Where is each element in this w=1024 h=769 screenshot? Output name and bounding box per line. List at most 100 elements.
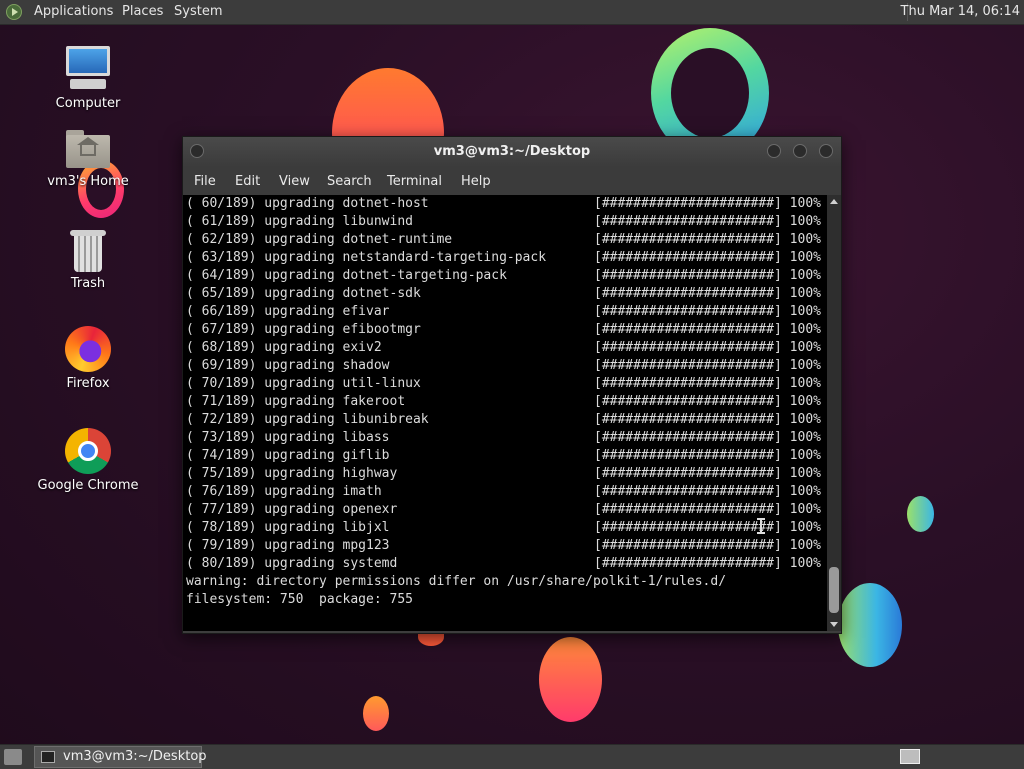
terminal-line-text: ( 72/189) upgrading libunibreak xyxy=(186,412,429,427)
scrollbar-thumb[interactable] xyxy=(829,567,839,613)
taskbar-button-label: vm3@vm3:~/Desktop xyxy=(63,749,207,764)
workspace-switcher[interactable] xyxy=(900,749,920,764)
terminal-line-text: ( 71/189) upgrading fakeroot xyxy=(186,394,406,409)
menu-view[interactable]: View xyxy=(279,174,310,189)
progress-bar-text: [######################] 100% xyxy=(594,214,821,229)
computer-icon xyxy=(64,46,112,92)
desktop-icon-computer[interactable]: Computer xyxy=(28,46,148,111)
desktop-icon-label: vm3's Home xyxy=(47,174,129,189)
progress-bar-text: [######################] 100% xyxy=(594,448,821,463)
desktop-icon-label: Computer xyxy=(55,96,121,111)
progress-bar-text: [######################] 100% xyxy=(594,322,821,337)
terminal-line-text: ( 80/189) upgrading systemd xyxy=(186,556,398,571)
firefox-icon xyxy=(65,326,111,372)
desktop-icon-label: Google Chrome xyxy=(37,478,139,493)
terminal-line-text: ( 66/189) upgrading efivar xyxy=(186,304,390,319)
terminal-line: ( 72/189) upgrading libunibreak [########… xyxy=(183,411,827,429)
terminal-line: ( 75/189) upgrading highway [############… xyxy=(183,465,827,483)
terminal-line: ( 61/189) upgrading libunwind [##########… xyxy=(183,213,827,231)
terminal-line: ( 60/189) upgrading dotnet-host [########… xyxy=(183,195,827,213)
terminal-line-text: ( 61/189) upgrading libunwind xyxy=(186,214,413,229)
terminal-line: ( 73/189) upgrading libass [#############… xyxy=(183,429,827,447)
desktop-icon-label: Firefox xyxy=(66,376,110,391)
wallpaper-small-blue-blob xyxy=(907,496,934,532)
terminal-line: ( 76/189) upgrading imath [##############… xyxy=(183,483,827,501)
progress-bar-text: [######################] 100% xyxy=(594,556,821,571)
desktop-icon-label: Trash xyxy=(70,276,106,291)
progress-bar-text: [######################] 100% xyxy=(594,286,821,301)
menu-terminal[interactable]: Terminal xyxy=(387,174,442,189)
show-desktop-icon[interactable] xyxy=(4,749,22,765)
desktop-icon-firefox[interactable]: Firefox xyxy=(28,326,148,391)
ibeam-cursor-icon xyxy=(757,518,765,534)
applications-menu[interactable]: Applications xyxy=(34,4,113,19)
terminal-line-text: ( 64/189) upgrading dotnet-targeting-pac… xyxy=(186,268,507,283)
home-folder-icon xyxy=(66,130,110,170)
progress-bar-text: [######################] 100% xyxy=(594,412,821,427)
places-menu[interactable]: Places xyxy=(122,4,163,19)
desktop-icon-chrome[interactable]: Google Chrome xyxy=(28,428,148,493)
progress-bar-text: [######################] 100% xyxy=(594,394,821,409)
chrome-icon xyxy=(65,428,111,474)
terminal-line: ( 63/189) upgrading netstandard-targetin… xyxy=(183,249,827,267)
terminal-line-text: ( 77/189) upgrading openexr xyxy=(186,502,398,517)
desktop-icon-home[interactable]: vm3's Home xyxy=(28,130,148,189)
terminal-line: ( 69/189) upgrading shadow [#############… xyxy=(183,357,827,375)
progress-bar-text: [######################] 100% xyxy=(594,466,821,481)
wallpaper-blue-blob xyxy=(838,583,902,667)
desktop-icon-trash[interactable]: Trash xyxy=(28,230,148,291)
terminal-output[interactable]: ( 60/189) upgrading dotnet-host [########… xyxy=(183,195,827,631)
progress-bar-text: [######################] 100% xyxy=(594,484,821,499)
terminal-line: ( 66/189) upgrading efivar [#############… xyxy=(183,303,827,321)
progress-bar-text: [######################] 100% xyxy=(594,538,821,553)
terminal-line: ( 77/189) upgrading openexr [############… xyxy=(183,501,827,519)
terminal-line-text: ( 70/189) upgrading util-linux xyxy=(186,376,421,391)
terminal-line-text: ( 74/189) upgrading giflib xyxy=(186,448,390,463)
scroll-down-icon[interactable] xyxy=(830,622,838,627)
terminal-line: ( 65/189) upgrading dotnet-sdk [#########… xyxy=(183,285,827,303)
terminal-warning-line: filesystem: 750 package: 755 xyxy=(186,592,413,607)
menu-edit[interactable]: Edit xyxy=(235,174,260,189)
menu-file[interactable]: File xyxy=(194,174,216,189)
distro-logo-icon[interactable] xyxy=(6,4,22,20)
window-title: vm3@vm3:~/Desktop xyxy=(433,144,591,159)
scroll-up-icon[interactable] xyxy=(830,199,838,204)
minimize-button[interactable] xyxy=(767,144,781,158)
wallpaper-pink-blob xyxy=(539,637,602,722)
progress-bar-text: [######################] 100% xyxy=(594,250,821,265)
terminal-line: ( 62/189) upgrading dotnet-runtime [#####… xyxy=(183,231,827,249)
terminal-line-text: ( 68/189) upgrading exiv2 xyxy=(186,340,382,355)
progress-bar-text: [######################] 100% xyxy=(594,340,821,355)
clock[interactable]: Thu Mar 14, 06:14 xyxy=(901,4,1020,19)
maximize-button[interactable] xyxy=(793,144,807,158)
terminal-line: ( 78/189) upgrading libjxl [#############… xyxy=(183,519,827,537)
window-menu-button[interactable] xyxy=(190,144,204,158)
system-menu[interactable]: System xyxy=(174,4,222,19)
menu-search[interactable]: Search xyxy=(327,174,372,189)
terminal-line-text: ( 79/189) upgrading mpg123 xyxy=(186,538,390,553)
terminal-line-text: ( 65/189) upgrading dotnet-sdk xyxy=(186,286,421,301)
terminal-line-text: ( 62/189) upgrading dotnet-runtime xyxy=(186,232,453,247)
window-menubar: File Edit View Search Terminal Help xyxy=(183,167,841,195)
taskbar-button-terminal[interactable]: vm3@vm3:~/Desktop xyxy=(34,746,207,768)
terminal-line-text: ( 60/189) upgrading dotnet-host xyxy=(186,196,429,211)
trash-icon xyxy=(70,230,106,272)
terminal-line: ( 70/189) upgrading util-linux [#########… xyxy=(183,375,827,393)
progress-bar-text: [######################] 100% xyxy=(594,304,821,319)
terminal-line-text: ( 76/189) upgrading imath xyxy=(186,484,382,499)
window-titlebar[interactable]: vm3@vm3:~/Desktop xyxy=(183,137,841,167)
terminal-line: ( 79/189) upgrading mpg123 [#############… xyxy=(183,537,827,555)
progress-bar-text: [######################] 100% xyxy=(594,430,821,445)
progress-bar-text: [######################] 100% xyxy=(594,196,821,211)
terminal-line: ( 67/189) upgrading efibootmgr [#########… xyxy=(183,321,827,339)
terminal-icon xyxy=(41,751,55,763)
progress-bar-text: [######################] 100% xyxy=(594,358,821,373)
terminal-window[interactable]: vm3@vm3:~/Desktop File Edit View Search … xyxy=(182,136,842,634)
terminal-line-text: ( 67/189) upgrading efibootmgr xyxy=(186,322,421,337)
close-button[interactable] xyxy=(819,144,833,158)
terminal-line: ( 80/189) upgrading systemd [############… xyxy=(183,555,827,573)
terminal-line: ( 71/189) upgrading fakeroot [###########… xyxy=(183,393,827,411)
terminal-scrollbar[interactable] xyxy=(827,195,841,631)
bottom-panel: vm3@vm3:~/Desktop xyxy=(0,744,1024,769)
menu-help[interactable]: Help xyxy=(461,174,491,189)
